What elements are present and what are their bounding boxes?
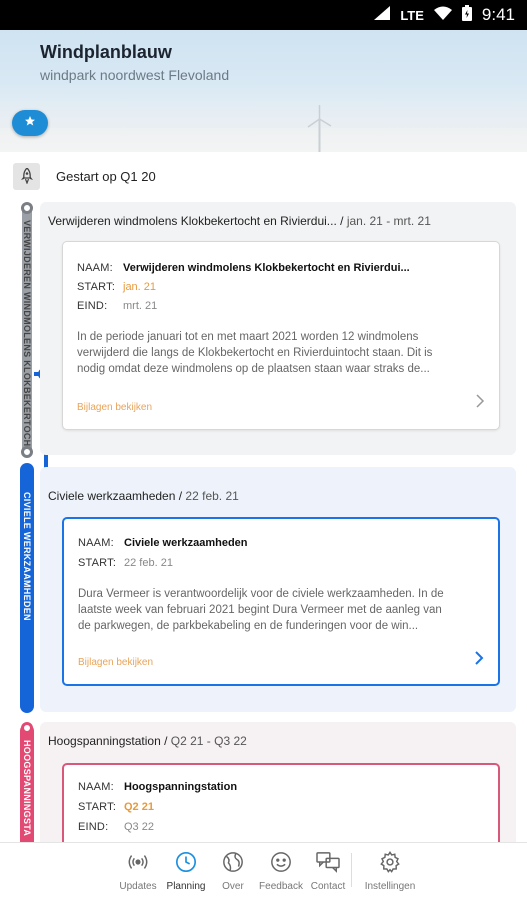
phase-title: Civiele werkzaamheden: [48, 489, 176, 503]
nav-label: Planning: [166, 881, 206, 892]
nav-over[interactable]: Over: [208, 851, 258, 892]
wifi-icon: [433, 6, 452, 24]
timeline-node: [21, 722, 33, 734]
name-label: NAAM:: [78, 537, 114, 549]
bottom-navigation: Updates Planning Over Feedback Contact I…: [0, 842, 527, 900]
attachments-link[interactable]: Bijlagen bekijken: [77, 402, 152, 413]
phase-card[interactable]: NAAM: Verwijderen windmolens Klokbekertoc…: [62, 241, 500, 430]
timeline-start: Gestart op Q1 20: [13, 162, 156, 190]
gear-icon: [379, 851, 401, 878]
start-date: Q2 21: [124, 801, 154, 813]
phase-title: Verwijderen windmolens Klokbekertocht en…: [48, 214, 337, 228]
star-icon: [24, 114, 36, 132]
phase-section: Hoogspanningstation / Q2 21 - Q3 22 NAAM…: [40, 722, 516, 863]
status-bar: LTE 9:41: [0, 0, 527, 30]
nav-label: Feedback: [259, 881, 303, 892]
chat-icon: [316, 851, 340, 878]
timeline-node: [21, 202, 33, 214]
phase-vertical-label: HOOGSPANNINGSTA: [22, 740, 32, 837]
phase-range: Q2 21 - Q3 22: [170, 734, 247, 748]
signal-icon: [374, 6, 391, 24]
start-label: START:: [78, 557, 117, 569]
header-horizon: [0, 128, 527, 152]
phase-name: Civiele werkzaamheden: [124, 537, 248, 549]
phase-title-row: Civiele werkzaamheden / 22 feb. 21: [48, 489, 239, 503]
nav-planning[interactable]: Planning: [161, 851, 211, 892]
phase-range: jan. 21 - mrt. 21: [346, 214, 431, 228]
nav-contact[interactable]: Contact: [303, 851, 353, 892]
nav-label: Contact: [310, 881, 346, 892]
page-title: Windplanblauw: [40, 42, 172, 62]
nav-label: Updates: [119, 881, 157, 892]
favorite-button[interactable]: [12, 110, 48, 136]
rocket-icon: [13, 162, 40, 190]
timeline-node: [21, 446, 33, 458]
battery-icon: [461, 5, 472, 25]
phase-vertical-label: VERWIJDEREN WINDMOLENS KLOKBEKERTOCHT EN…: [22, 220, 32, 448]
network-type: LTE: [400, 7, 424, 23]
nav-label: Instellingen: [364, 881, 416, 892]
attachments-link[interactable]: Bijlagen bekijken: [78, 657, 153, 668]
phase-section: Verwijderen windmolens Klokbekertocht en…: [40, 202, 516, 455]
start-date: jan. 21: [123, 281, 157, 293]
nav-updates[interactable]: Updates: [113, 851, 163, 892]
start-label: Gestart op Q1 20: [56, 168, 156, 184]
wind-turbine-icon: [305, 105, 335, 152]
phase-title: Hoogspanningstation: [48, 734, 161, 748]
phase-title-row: Hoogspanningstation / Q2 21 - Q3 22: [48, 734, 247, 748]
chevron-right-icon[interactable]: [475, 392, 485, 413]
broadcast-icon: [127, 851, 149, 878]
globe-icon: [222, 851, 244, 878]
nav-divider: [351, 853, 352, 887]
phase-card[interactable]: NAAM: Civiele werkzaamheden START: 22 feb.…: [62, 517, 500, 686]
smiley-icon: [270, 851, 292, 878]
nav-feedback[interactable]: Feedback: [256, 851, 306, 892]
nav-instellingen[interactable]: Instellingen: [365, 851, 415, 892]
end-label: EIND:: [77, 300, 108, 312]
project-header: Windplanblauw windpark noordwest Flevola…: [0, 30, 527, 152]
start-label: START:: [77, 281, 116, 293]
chevron-right-icon[interactable]: [474, 649, 484, 670]
phase-description: Dura Vermeer is verantwoordelijk voor de…: [78, 588, 444, 632]
clock-icon: [175, 851, 197, 878]
start-label: START:: [78, 801, 117, 813]
phase-name: Hoogspanningstation: [124, 781, 238, 793]
phase-range: 22 feb. 21: [185, 489, 239, 503]
start-date: 22 feb. 21: [124, 557, 173, 569]
page-subtitle: windpark noordwest Flevoland: [40, 67, 230, 83]
phase-title-row: Verwijderen windmolens Klokbekertocht en…: [48, 214, 431, 228]
phase-section: Civiele werkzaamheden / 22 feb. 21 NAAM:…: [40, 467, 516, 712]
name-label: NAAM:: [77, 262, 113, 274]
end-date: Q3 22: [124, 821, 154, 833]
phase-description: In de periode januari tot en met maart 2…: [77, 331, 433, 375]
phase-name: Verwijderen windmolens Klokbekertocht en…: [123, 262, 410, 274]
name-label: NAAM:: [78, 781, 114, 793]
end-label: EIND:: [78, 821, 109, 833]
end-date: mrt. 21: [123, 300, 158, 312]
nav-label: Over: [222, 881, 244, 892]
phase-vertical-label: CIVIELE WERKZAAMHEDEN: [22, 492, 32, 621]
clock-time: 9:41: [481, 5, 515, 24]
